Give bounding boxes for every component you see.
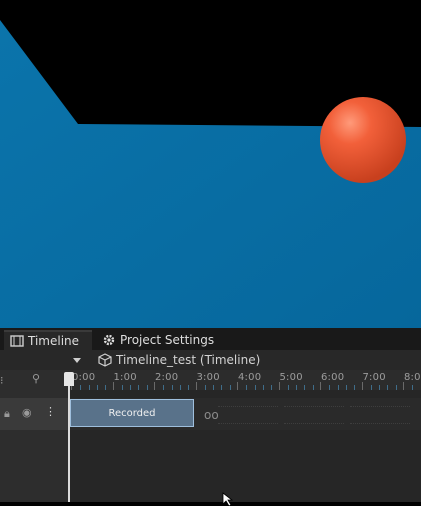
tab-project-settings[interactable]: Project Settings <box>96 330 220 350</box>
track-header[interactable]: 🔒︎ ◉ ⋮ <box>0 398 68 430</box>
time-ruler[interactable]: 0:00 1:00 2:00 3:00 4:00 5:00 6:00 7:00 8:00 <box>68 370 421 391</box>
extrapolation-region <box>350 406 410 424</box>
ruler-tick <box>237 382 238 390</box>
ruler-label: 7:00 <box>362 372 386 383</box>
gear-icon <box>102 333 116 347</box>
ruler-label: 5:00 <box>279 372 303 383</box>
sphere-object <box>320 97 406 183</box>
chevron-down-icon[interactable] <box>72 355 82 365</box>
scene-viewport[interactable] <box>0 0 421 328</box>
timeline-panel: Timeline Project Settings Timeline_test … <box>0 328 421 502</box>
track-menu-icon[interactable]: ⋮ <box>45 405 56 418</box>
ruler-tick <box>195 382 197 390</box>
ruler-tick <box>361 382 363 390</box>
track-area[interactable]: Recorded oo <box>68 390 421 502</box>
ruler-label: 0:00 <box>72 372 96 383</box>
ruler-tick <box>278 382 280 390</box>
cube-icon <box>98 353 112 367</box>
infinity-icon: oo <box>204 408 219 422</box>
ruler-label: 2:00 <box>155 372 179 383</box>
ruler-label: 8:00 <box>404 372 421 383</box>
add-track-icon[interactable]: ⁝ <box>0 374 4 387</box>
ruler-tick <box>403 382 404 390</box>
extrapolation-region <box>218 406 278 424</box>
timeline-asset-label: Timeline_test (Timeline) <box>116 353 261 367</box>
lock-icon[interactable]: 🔒︎ <box>4 407 10 421</box>
timeline-asset-selector[interactable]: Timeline_test (Timeline) <box>98 353 260 367</box>
pin-icon[interactable]: ⚲ <box>32 372 40 385</box>
ruler-label: 1:00 <box>113 372 137 383</box>
tab-timeline[interactable]: Timeline <box>4 330 92 350</box>
track-row[interactable]: Recorded oo <box>68 398 421 430</box>
mouse-cursor-icon <box>222 492 234 506</box>
tab-project-settings-label: Project Settings <box>120 333 215 347</box>
track-list-controls: ⁝ ⚲ <box>0 370 69 502</box>
playhead-handle[interactable] <box>64 372 74 386</box>
ruler-label: 6:00 <box>321 372 345 383</box>
film-icon <box>10 334 24 348</box>
eye-icon[interactable]: ◉ <box>22 406 32 419</box>
recorded-clip[interactable]: Recorded <box>70 399 194 427</box>
tab-timeline-label: Timeline <box>28 334 80 348</box>
clip-label: Recorded <box>108 407 156 419</box>
scene-render <box>0 20 421 328</box>
timeline-toolbar: Timeline_test (Timeline) <box>0 350 421 371</box>
ruler-label: 4:00 <box>238 372 262 383</box>
ruler-label: 3:00 <box>196 372 220 383</box>
ruler-tick <box>154 382 155 390</box>
tab-bar: Timeline Project Settings <box>0 328 421 351</box>
extrapolation-region <box>284 406 344 424</box>
ruler-tick <box>112 382 114 390</box>
playhead-line[interactable] <box>68 372 70 502</box>
ruler-tick <box>320 382 321 390</box>
